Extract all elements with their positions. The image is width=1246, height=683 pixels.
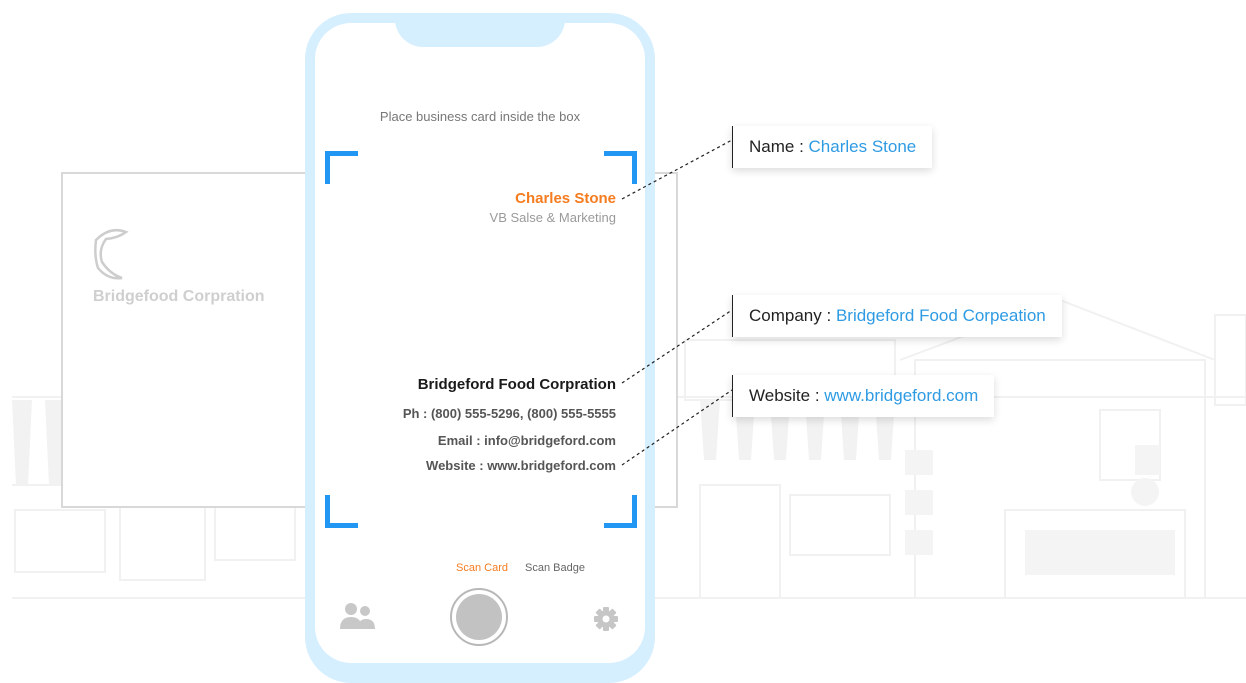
company-callout-value: Bridgeford Food Corpeation [835,306,1046,325]
website-callout: Website : www.bridgeford.com [732,375,995,417]
company-callout-label: Company : [749,306,836,325]
website-callout-label: Website : [749,386,825,405]
name-callout-value: Charles Stone [808,137,917,156]
name-callout: Name : Charles Stone [732,126,933,168]
name-callout-label: Name : [749,137,809,156]
website-callout-value: www.bridgeford.com [824,386,979,405]
company-callout: Company : Bridgeford Food Corpeation [732,295,1062,337]
